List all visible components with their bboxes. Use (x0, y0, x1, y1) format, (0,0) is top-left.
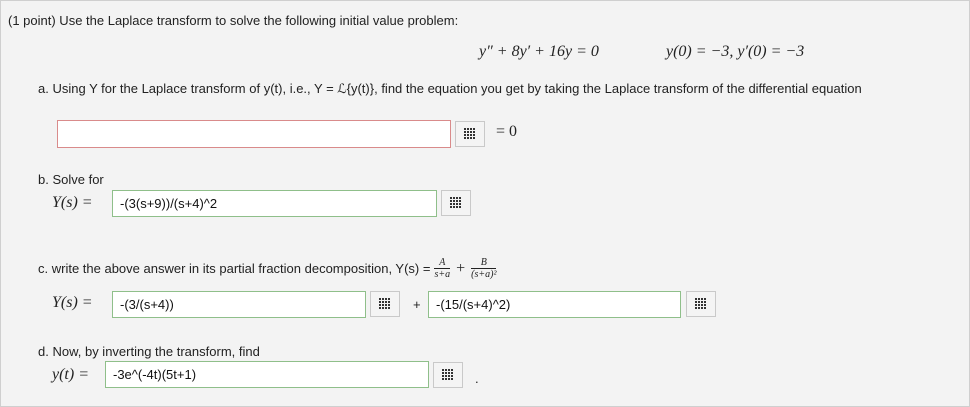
grid-icon (695, 298, 707, 310)
part-c-prompt: c. write the above answer in its partial… (38, 261, 431, 276)
part-d-input[interactable] (105, 361, 429, 388)
part-b-input[interactable] (112, 190, 437, 217)
part-a-suffix: = 0 (496, 123, 518, 140)
part-a-equation-editor-button[interactable] (455, 121, 485, 147)
problem-panel: (1 point) Use the Laplace transform to s… (0, 0, 970, 407)
grid-icon (442, 369, 454, 381)
grid-icon (379, 298, 391, 310)
part-b-lhs: Y(s) = (52, 194, 93, 211)
part-d-prompt: d. Now, by inverting the transform, find (38, 344, 260, 359)
fraction-a-numerator: A (434, 257, 451, 269)
fraction-a-denominator: s+a (434, 269, 451, 280)
part-c-equation-editor-button-1[interactable] (370, 291, 400, 317)
fraction-b: B (s+a)² (471, 257, 497, 280)
initial-conditions: y(0) = −3, y′(0) = −3 (666, 43, 805, 60)
grid-icon (450, 197, 462, 209)
part-c-input-2[interactable] (428, 291, 681, 318)
part-b-equation-editor-button[interactable] (441, 190, 471, 216)
grid-icon (464, 128, 476, 140)
part-a-input[interactable] (57, 120, 451, 148)
part-c-equation-editor-button-2[interactable] (686, 291, 716, 317)
fraction-a: A s+a (434, 257, 451, 280)
part-a-prompt: a. Using Y for the Laplace transform of … (38, 81, 862, 96)
fraction-b-denominator: (s+a)² (471, 269, 497, 280)
part-c-prompt-row: c. write the above answer in its partial… (38, 257, 497, 280)
problem-header: (1 point) Use the Laplace transform to s… (8, 13, 459, 28)
part-d-equation-editor-button[interactable] (433, 362, 463, 388)
plus-sign: + (456, 259, 466, 277)
part-c-plus: + (413, 297, 421, 312)
part-c-lhs: Y(s) = (52, 294, 93, 311)
ode-equation: y″ + 8y′ + 16y = 0 (479, 43, 599, 60)
part-d-tail: . (475, 371, 479, 386)
part-c-input-1[interactable] (112, 291, 366, 318)
fraction-b-numerator: B (471, 257, 497, 269)
part-d-lhs: y(t) = (52, 366, 89, 383)
part-b-prompt: b. Solve for (38, 172, 104, 187)
